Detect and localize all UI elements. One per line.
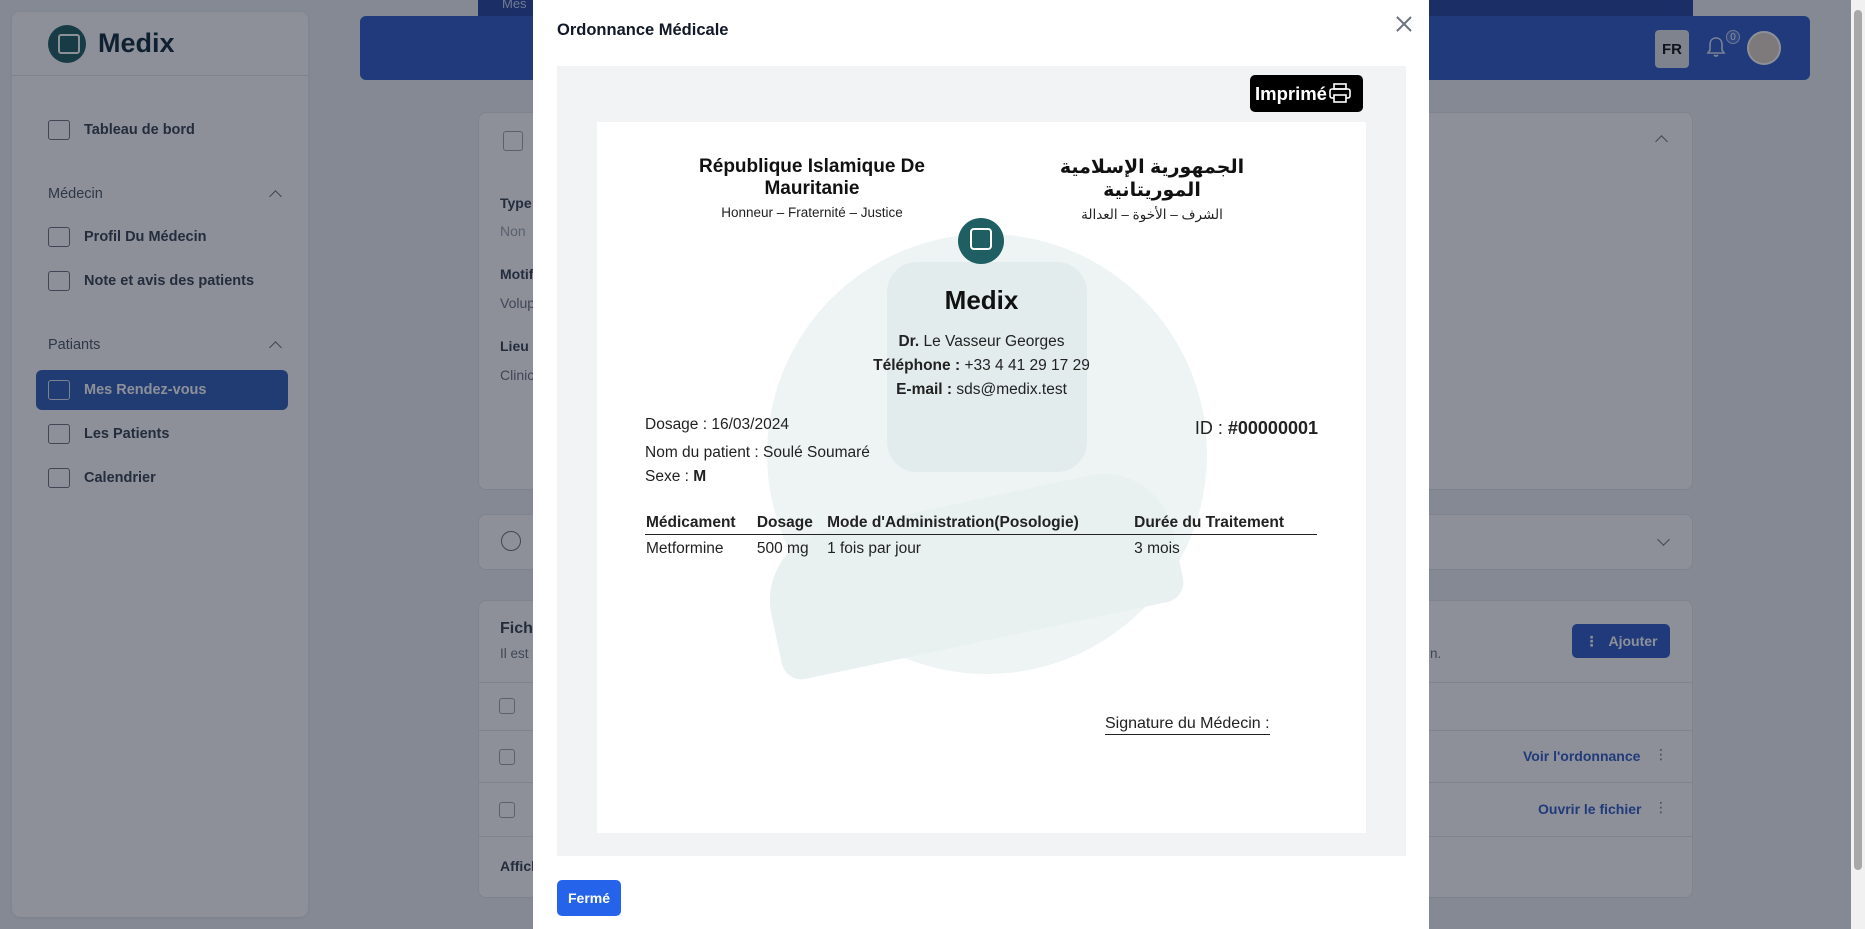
date-label: Dosage : [645, 416, 708, 433]
email-line: E-mail : sds@medix.test [597, 381, 1366, 399]
phone-value: +33 4 41 29 17 29 [964, 357, 1090, 374]
document-brand: Medix [944, 285, 1019, 315]
patient-label: Nom du patient : [645, 444, 759, 461]
sex-label: Sexe : [645, 468, 689, 485]
close-icon[interactable] [1391, 12, 1417, 38]
prescription-id: ID : #00000001 [1195, 418, 1318, 439]
motto-ar: الشرف – الأخوة – العدالة [1081, 207, 1223, 222]
doctor-prefix: Dr. [898, 333, 920, 350]
prescription-modal: Ordonnance Médicale Imprimé République I… [533, 0, 1429, 929]
country-name-ar: الجمهورية الإسلامية الموريتانية [1059, 157, 1245, 201]
phone-line: Téléphone : +33 4 41 29 17 29 [597, 357, 1366, 375]
medication-table: Médicament Dosage Mode d'Administration(… [645, 510, 1317, 563]
prescription-document: République Islamique De Mauritanie Honne… [597, 122, 1366, 833]
header-arabic: الجمهورية الإسلامية الموريتانية الشرف – … [1017, 156, 1287, 223]
print-button[interactable]: Imprimé [1250, 75, 1363, 112]
table-cell: 1 fois par jour [827, 540, 921, 557]
column-header: Mode d'Administration(Posologie) [826, 510, 1134, 535]
medix-logo-icon [958, 218, 1004, 264]
column-header: Durée du Traitement [1133, 510, 1317, 535]
column-header: Médicament [645, 510, 756, 535]
email-value: sds@medix.test [956, 381, 1067, 398]
table-header-row: Médicament Dosage Mode d'Administration(… [645, 510, 1317, 535]
country-name-fr: République Islamique De Mauritanie [699, 156, 925, 199]
date-value: 16/03/2024 [711, 416, 789, 433]
scrollbar-thumb[interactable] [1854, 10, 1862, 870]
table-cell: 500 mg [756, 540, 809, 557]
patient-name: Soulé Soumaré [763, 444, 870, 461]
table-cell: Metformine [646, 540, 724, 557]
id-value: #00000001 [1227, 418, 1318, 438]
prescription-preview: Imprimé République Islamique De Mauritan… [557, 66, 1406, 856]
doctor-name: Le Vasseur Georges [923, 333, 1065, 350]
page-scrollbar[interactable] [1851, 0, 1865, 929]
motto-fr: Honneur – Fraternité – Justice [721, 205, 903, 220]
sex-value: M [693, 468, 707, 485]
printer-icon [1329, 83, 1351, 103]
table-row: Metformine 500 mg 1 fois par jour 3 mois [645, 535, 1317, 564]
table-cell: 3 mois [1134, 540, 1180, 557]
id-label: ID : [1194, 418, 1223, 438]
phone-label: Téléphone : [873, 357, 961, 374]
sex-line: Sexe : M [645, 468, 706, 486]
modal-title: Ordonnance Médicale [557, 21, 729, 39]
close-button[interactable]: Fermé [557, 880, 621, 916]
date-line: Dosage : 16/03/2024 [645, 416, 789, 434]
email-label: E-mail : [896, 381, 953, 398]
header-french: République Islamique De Mauritanie Honne… [657, 156, 967, 220]
column-header: Dosage [755, 510, 827, 535]
print-button-label: Imprimé [1255, 82, 1327, 104]
patient-line: Nom du patient : Soulé Soumaré [645, 444, 870, 462]
doctor-signature-label: Signature du Médecin : [1105, 715, 1270, 735]
doctor-line: Dr. Le Vasseur Georges [597, 333, 1366, 351]
